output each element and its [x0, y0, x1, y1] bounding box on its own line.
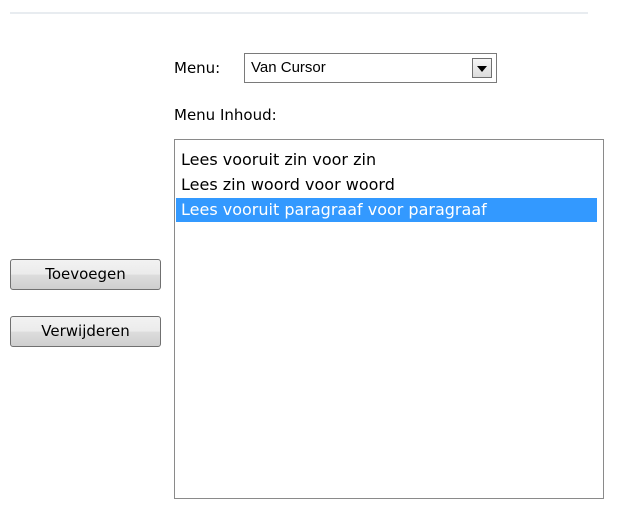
menu-content-list[interactable]: Lees vooruit zin voor zin Lees zin woord…: [174, 139, 604, 499]
top-divider: [10, 12, 588, 14]
list-item[interactable]: Lees zin woord voor woord: [175, 173, 603, 197]
menu-label: Menu:: [174, 59, 221, 77]
list-item[interactable]: Lees vooruit zin voor zin: [175, 148, 603, 172]
menu-dropdown[interactable]: Van Cursor: [244, 53, 497, 83]
list-item-selected[interactable]: Lees vooruit paragraaf voor paragraaf: [176, 198, 597, 222]
menu-dropdown-value: Van Cursor: [251, 59, 326, 76]
remove-button[interactable]: Verwijderen: [10, 316, 161, 347]
menu-editor-panel: Menu: Van Cursor Menu Inhoud: Lees vooru…: [0, 0, 617, 511]
chevron-down-icon: [477, 66, 487, 72]
dropdown-arrow-button[interactable]: [472, 58, 492, 78]
add-button[interactable]: Toevoegen: [10, 259, 161, 290]
menu-content-label: Menu Inhoud:: [174, 106, 277, 124]
